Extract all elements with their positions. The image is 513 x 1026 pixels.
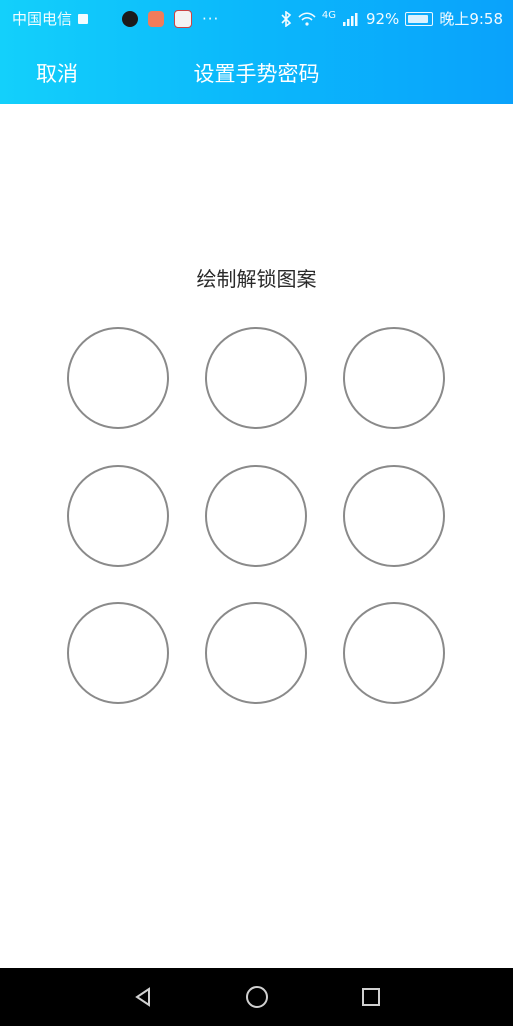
carrier-label: 中国电信 [12,10,73,28]
status-bar: 中国电信 ··· 4G 92% 晚上9:58 [0,0,513,34]
back-icon [135,987,150,1007]
pattern-dot-7[interactable] [67,602,169,704]
network-type: 4G [321,10,336,21]
pattern-grid [67,327,447,707]
pattern-dot-6[interactable] [343,465,445,567]
pattern-prompt: 绘制解锁图案 [196,267,317,291]
nav-bar: 取消 设置手势密码 [0,48,513,92]
pattern-dot-1[interactable] [67,327,169,429]
top-bar: 中国电信 ··· 4G 92% 晚上9:58 取消 设置手势密码 [0,0,513,104]
pattern-dot-3[interactable] [343,327,445,429]
battery-percent: 92% [365,9,400,28]
signal-icon [342,12,358,26]
page-title: 设置手势密码 [193,62,320,86]
status-right: 4G 92% 晚上9:58 [280,8,503,29]
back-button[interactable] [128,982,158,1012]
overflow-icon: ··· [202,9,220,28]
time-label: 晚上9:58 [439,10,503,28]
pattern-dot-4[interactable] [67,465,169,567]
pattern-dot-9[interactable] [343,602,445,704]
status-left: 中国电信 ··· [12,8,219,29]
notification-square-icon [78,13,89,24]
home-icon [246,986,268,1008]
system-nav-bar [0,968,513,1026]
pattern-dot-8[interactable] [205,602,307,704]
wifi-icon [298,11,316,26]
bluetooth-icon [281,10,292,27]
tiktok-icon [122,10,139,27]
home-button[interactable] [242,982,272,1012]
battery-icon [405,11,434,26]
recents-button[interactable] [356,982,386,1012]
recents-icon [362,988,380,1006]
news-app-icon [174,9,193,28]
pattern-dot-2[interactable] [205,327,307,429]
video-app-icon [148,10,165,27]
pattern-dot-5[interactable] [205,465,307,567]
